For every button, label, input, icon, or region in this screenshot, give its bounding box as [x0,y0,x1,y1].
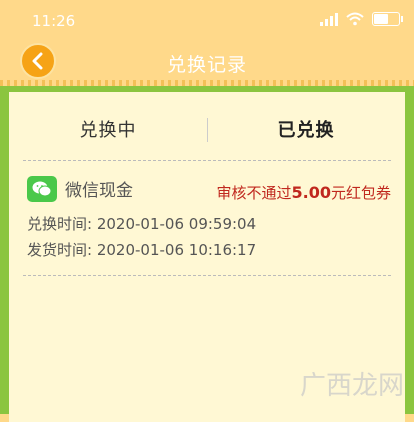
divider [23,275,391,276]
status-icons [320,12,403,26]
payout-method: 微信现金 [65,181,133,201]
exchange-time-label: 兑换时间: [27,215,97,233]
delivery-time-label: 发货时间: [27,241,97,259]
amount-value: 5.00 [291,183,331,202]
page-title: 兑换记录 [166,54,247,76]
delivery-time-value: 2020-01-06 10:16:17 [96,241,257,259]
signal-icon [320,12,338,26]
battery-icon [372,12,403,26]
wechat-icon [27,176,57,202]
watermark: 广西龙网 [299,371,404,401]
exchange-time-value: 2020-01-06 09:59:04 [96,215,257,233]
list-item: 微信现金 审核不通过5.00元红包券 兑换时间: 2020-01-06 09:5… [9,162,405,282]
status-bar: 11:26 [0,0,414,40]
status-time: 11:26 [32,12,76,30]
tab-exchanged[interactable]: 已兑换 [207,116,405,142]
status-suffix: 元红包券 [330,184,391,202]
delivery-time-row: 发货时间: 2020-01-06 10:16:17 [27,239,256,260]
tab-bar: 兑换中 已兑换 [9,92,405,160]
nav-header: 兑换记录 [0,40,414,84]
exchange-time-row: 兑换时间: 2020-01-06 09:59:04 [27,213,256,234]
status-text: 审核不通过5.00元红包券 [216,182,391,203]
tab-exchanging[interactable]: 兑换中 [9,116,207,142]
divider [23,160,391,161]
wifi-icon [346,12,364,26]
status-prefix: 审核不通过 [216,184,292,202]
